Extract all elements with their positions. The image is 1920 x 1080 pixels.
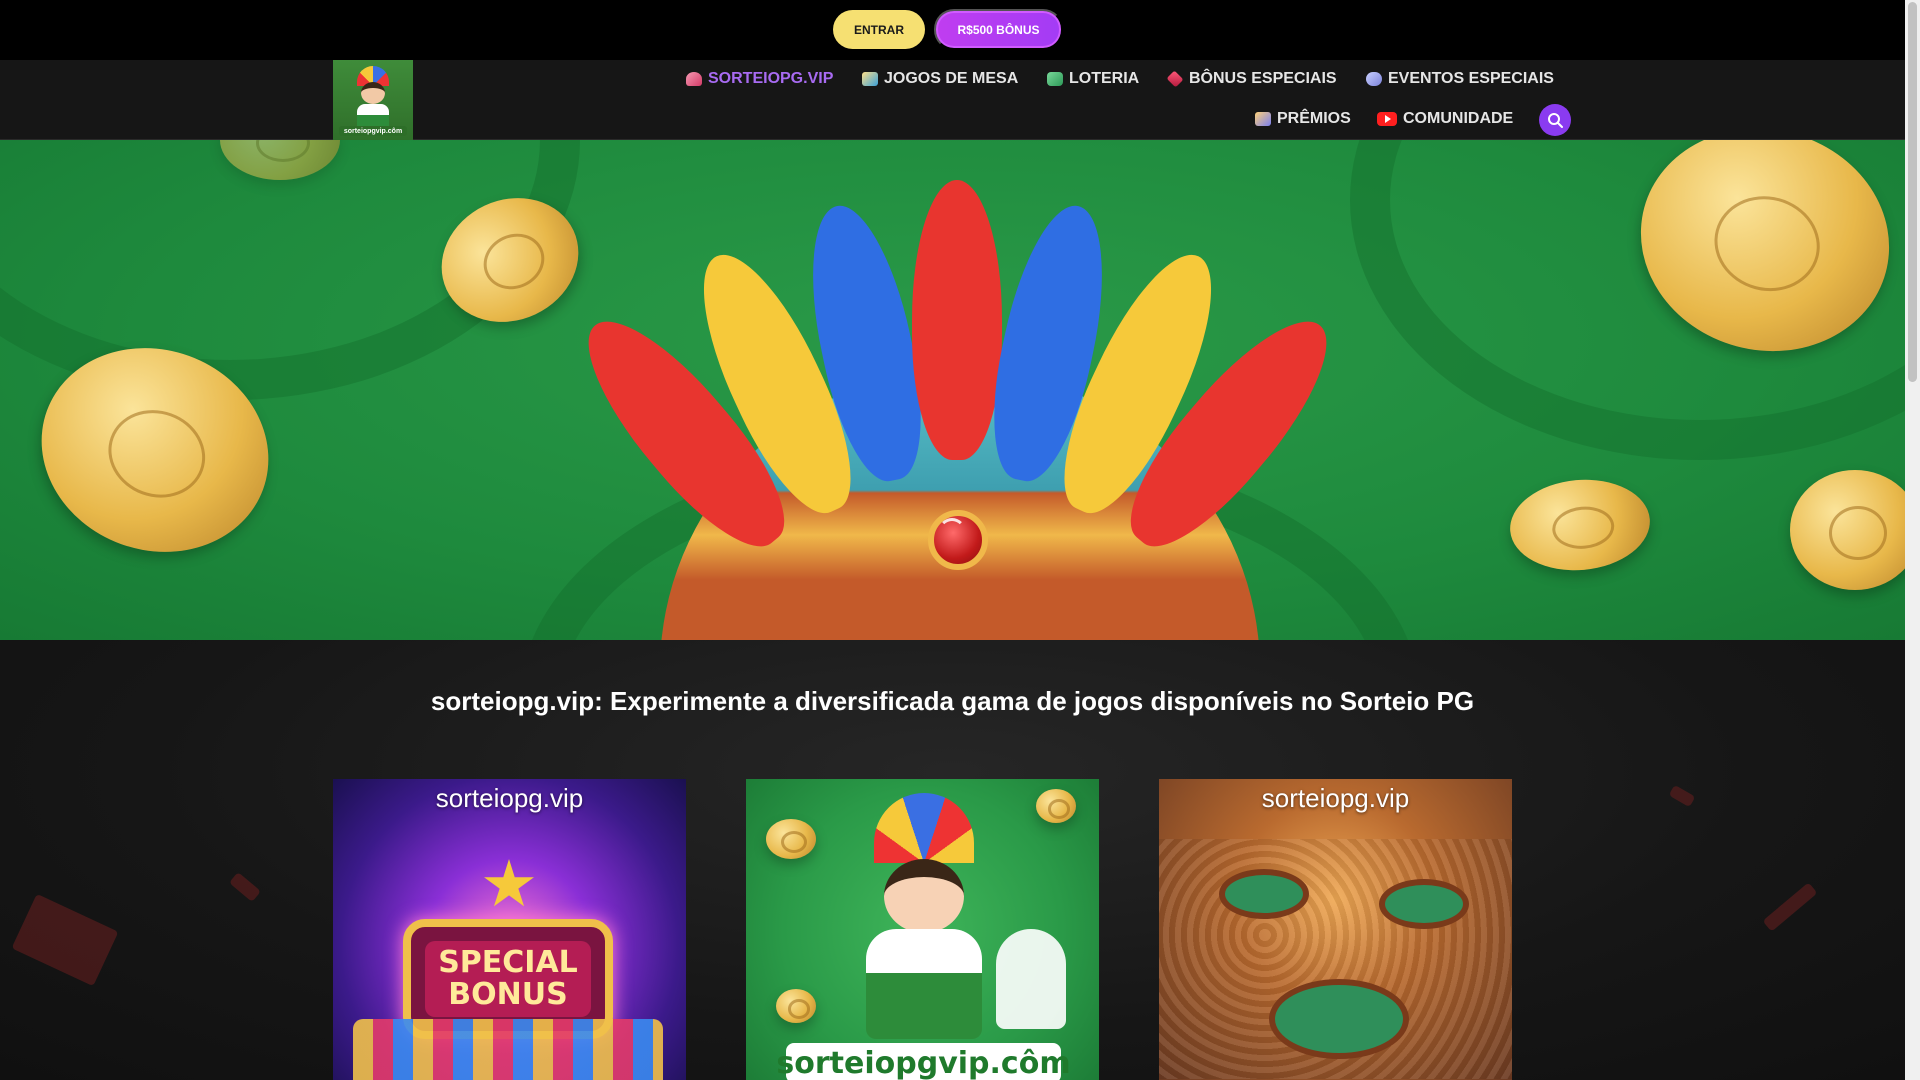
nav-item-bonus-especiais[interactable]: BÔNUS ESPECIAIS — [1166, 67, 1337, 91]
table-games-icon — [862, 72, 878, 86]
logo-wordmark: sorteiopgvip.côm — [339, 126, 407, 136]
gold-coin — [1790, 470, 1905, 590]
nav-item-label: JOGOS DE MESA — [884, 70, 1019, 87]
home-icon — [686, 72, 702, 86]
bonus-button[interactable]: R$500 BÔNUS — [934, 9, 1063, 50]
nav-item-label: LOTERIA — [1069, 70, 1140, 87]
nav-item-loteria[interactable]: LOTERIA — [1047, 67, 1139, 91]
star-icon — [484, 859, 534, 907]
gamepad-icon — [1366, 72, 1382, 86]
gold-coin — [1036, 789, 1076, 823]
youtube-icon — [1377, 112, 1397, 126]
logo-dress — [357, 104, 389, 128]
gold-coin — [776, 989, 816, 1023]
lottery-icon — [1047, 72, 1063, 86]
hero-banner — [0, 140, 1905, 640]
nav-item-label: SORTEIOPG.VIP — [708, 70, 834, 87]
scrollbar-thumb[interactable] — [1908, 2, 1917, 382]
game-card-special-bonus[interactable]: SPECIAL BONUS sorteiopg.vip — [333, 779, 686, 1080]
feather — [912, 180, 1002, 460]
logo-face — [361, 82, 385, 104]
gold-coin — [766, 819, 816, 859]
sign-text: BONUS — [448, 977, 568, 1012]
nav-item-comunidade[interactable]: COMUNIDADE — [1377, 107, 1513, 131]
sign-text: SPECIAL — [438, 945, 578, 980]
nav-item-label: EVENTOS ESPECIAIS — [1388, 70, 1554, 87]
mascot-dress — [866, 929, 982, 1039]
casino-table — [1219, 869, 1309, 919]
nav-item-sorteiopg[interactable]: SORTEIOPG.VIP — [686, 67, 833, 91]
nav-item-jogos-de-mesa[interactable]: JOGOS DE MESA — [862, 67, 1018, 91]
silhouette-icon — [996, 929, 1066, 1029]
game-card-casino-floor[interactable]: sorteiopg.vip — [1159, 779, 1512, 1080]
decor-shape — [229, 871, 261, 903]
special-bonus-panel: SPECIAL BONUS — [425, 941, 591, 1017]
search-icon — [1548, 113, 1563, 128]
casino-chips — [353, 1019, 663, 1080]
card-logo-text: sorteiopgvip.côm — [776, 1043, 1071, 1080]
card-caption: sorteiopg.vip — [1261, 783, 1410, 813]
gold-coin — [1506, 474, 1654, 576]
decor-shape — [1668, 784, 1696, 808]
nav-item-label: COMUNIDADE — [1403, 110, 1514, 127]
page-headline: sorteiopg.vip: Experimente a diversifica… — [430, 686, 1475, 716]
decor-shape — [1762, 882, 1818, 932]
casino-table — [1269, 979, 1409, 1059]
nav-item-label: BÔNUS ESPECIAIS — [1189, 70, 1337, 87]
decor-shape — [11, 893, 119, 987]
games-section: sorteiopg.vip: Experimente a diversifica… — [0, 640, 1905, 1080]
nav-item-label: PRÊMIOS — [1277, 110, 1351, 127]
game-card-mascot[interactable]: sorteiopgvip.côm — [746, 779, 1099, 1080]
top-bar: ENTRAR R$500 BÔNUS — [0, 0, 1905, 60]
login-button[interactable]: ENTRAR — [833, 10, 925, 49]
mascot-headdress — [874, 793, 974, 863]
mascot-face — [884, 859, 964, 933]
card-caption: sorteiopg.vip — [435, 783, 584, 813]
award-icon — [1255, 112, 1271, 126]
gift-box-icon — [1166, 70, 1184, 88]
nav-item-eventos-especiais[interactable]: EVENTOS ESPECIAIS — [1366, 67, 1554, 91]
loading-spinner-icon — [938, 518, 966, 546]
search-button[interactable] — [1539, 104, 1571, 136]
casino-table — [1379, 879, 1469, 929]
site-logo[interactable]: sorteiopgvip.côm — [333, 60, 413, 140]
nav-item-premios[interactable]: PRÊMIOS — [1255, 107, 1351, 131]
